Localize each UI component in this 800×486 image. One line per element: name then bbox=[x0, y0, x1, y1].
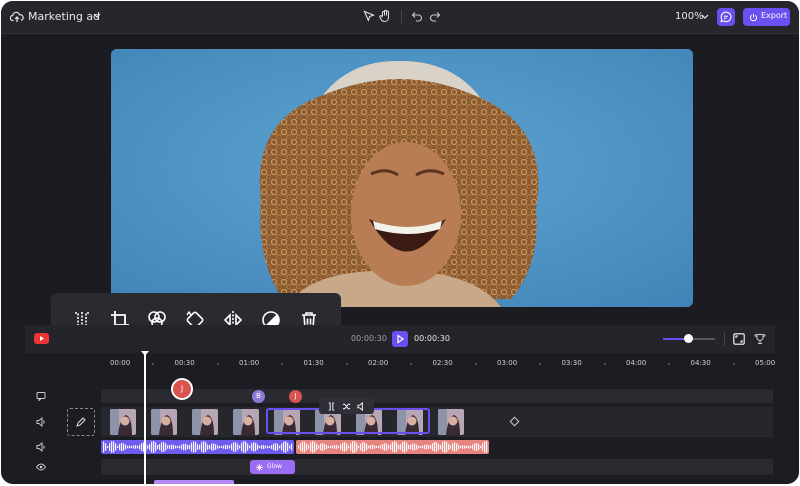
video-clip-thumbnail[interactable] bbox=[192, 409, 218, 435]
effects-track-lane[interactable] bbox=[101, 459, 773, 475]
audio-speaker-icon[interactable] bbox=[36, 442, 46, 452]
power-icon bbox=[749, 13, 758, 21]
playhead[interactable] bbox=[144, 353, 146, 484]
ruler-tick: 00:00 bbox=[110, 359, 131, 367]
glow-label: Glow bbox=[267, 463, 282, 470]
youtube-icon[interactable] bbox=[34, 333, 49, 344]
time-ruler[interactable]: 00:00 00:30 01:00 01:30 02:00 02:30 03:00 03:30… bbox=[101, 357, 776, 373]
timeline-zoom-slider[interactable] bbox=[663, 334, 715, 343]
current-time: 00:00:30 bbox=[351, 334, 387, 343]
ruler-dot bbox=[281, 363, 284, 365]
divider bbox=[724, 332, 725, 346]
audio-clip-b[interactable] bbox=[296, 440, 489, 454]
comment-button[interactable] bbox=[717, 8, 735, 26]
ruler-tick: 03:00 bbox=[497, 359, 518, 367]
collaborator-avatar-b[interactable]: B bbox=[252, 390, 265, 403]
edit-icon bbox=[76, 417, 86, 427]
ruler-dot bbox=[410, 363, 413, 365]
audio-clip-a[interactable] bbox=[101, 440, 294, 454]
video-editor-app: Marketing ad 100% Export 00:00:30 00:00:… bbox=[1, 1, 799, 484]
timeline-header: 00:00:30 00:00:30 bbox=[25, 325, 775, 353]
ruler-tick: 02:00 bbox=[368, 359, 389, 367]
glow-effect-clip[interactable]: Glow bbox=[250, 460, 295, 474]
volume-icon bbox=[357, 401, 363, 411]
ruler-dot bbox=[603, 363, 606, 365]
ruler-tick: 02:30 bbox=[432, 359, 453, 367]
video-clip-thumbnail[interactable] bbox=[110, 409, 136, 435]
playhead-handle[interactable] bbox=[141, 351, 149, 356]
trophy-icon[interactable] bbox=[754, 333, 766, 345]
comment-icon bbox=[720, 11, 732, 23]
pointer-icon[interactable] bbox=[363, 10, 375, 23]
ruler-tick: 00:30 bbox=[174, 359, 195, 367]
zoom-level[interactable]: 100% bbox=[675, 9, 704, 25]
chevron-down-icon[interactable] bbox=[93, 13, 101, 19]
ruler-tick: 04:30 bbox=[690, 359, 711, 367]
divider bbox=[401, 10, 402, 24]
sparkle-icon bbox=[256, 463, 263, 471]
ruler-tick: 04:00 bbox=[626, 359, 647, 367]
project-title[interactable]: Marketing ad bbox=[28, 9, 100, 25]
slider-handle[interactable] bbox=[684, 334, 693, 343]
speaker-icon[interactable] bbox=[36, 417, 46, 427]
avatar-initial: J bbox=[173, 380, 191, 398]
ruler-dot bbox=[474, 363, 477, 365]
video-clip-thumbnail[interactable] bbox=[438, 409, 464, 435]
ruler-dot bbox=[539, 363, 542, 365]
hand-icon[interactable] bbox=[379, 9, 392, 23]
ruler-dot bbox=[345, 363, 348, 365]
edit-track-button[interactable] bbox=[67, 408, 95, 436]
fullscreen-icon[interactable] bbox=[733, 333, 745, 345]
play-icon bbox=[397, 334, 405, 344]
video-clip-thumbnail[interactable] bbox=[233, 409, 259, 435]
eye-icon[interactable] bbox=[36, 463, 46, 471]
export-button[interactable]: Export bbox=[743, 8, 790, 26]
undo-icon[interactable] bbox=[411, 11, 423, 22]
top-toolbar: Marketing ad 100% Export bbox=[1, 1, 799, 34]
redo-icon[interactable] bbox=[429, 11, 441, 22]
ruler-tick: 01:00 bbox=[239, 359, 260, 367]
video-preview[interactable] bbox=[111, 49, 693, 307]
split-icon bbox=[328, 401, 335, 411]
video-clip-thumbnail[interactable] bbox=[151, 409, 177, 435]
ruler-dot bbox=[668, 363, 671, 365]
shuffle-icon bbox=[342, 403, 351, 409]
zoom-chevron-down-icon[interactable] bbox=[701, 14, 709, 20]
caption-track-lane[interactable] bbox=[101, 389, 773, 403]
play-button[interactable] bbox=[392, 331, 408, 347]
caption-icon[interactable] bbox=[36, 391, 46, 401]
ruler-tick: 05:00 bbox=[755, 359, 776, 367]
ruler-tick: 03:30 bbox=[561, 359, 582, 367]
collaborator-avatar-j[interactable]: J bbox=[289, 390, 302, 403]
ruler-dot bbox=[152, 363, 155, 365]
clip-mini-toolbar bbox=[319, 398, 374, 414]
ruler-dot bbox=[216, 363, 219, 365]
ruler-tick: 01:30 bbox=[303, 359, 324, 367]
export-label: Export bbox=[761, 11, 788, 20]
effect-clip-partial[interactable] bbox=[154, 480, 234, 484]
cloud-upload-icon[interactable] bbox=[10, 10, 24, 24]
ruler-dot bbox=[732, 363, 735, 365]
total-time: 00:00:30 bbox=[414, 334, 450, 343]
collaborator-avatar-large[interactable]: J bbox=[171, 378, 193, 400]
